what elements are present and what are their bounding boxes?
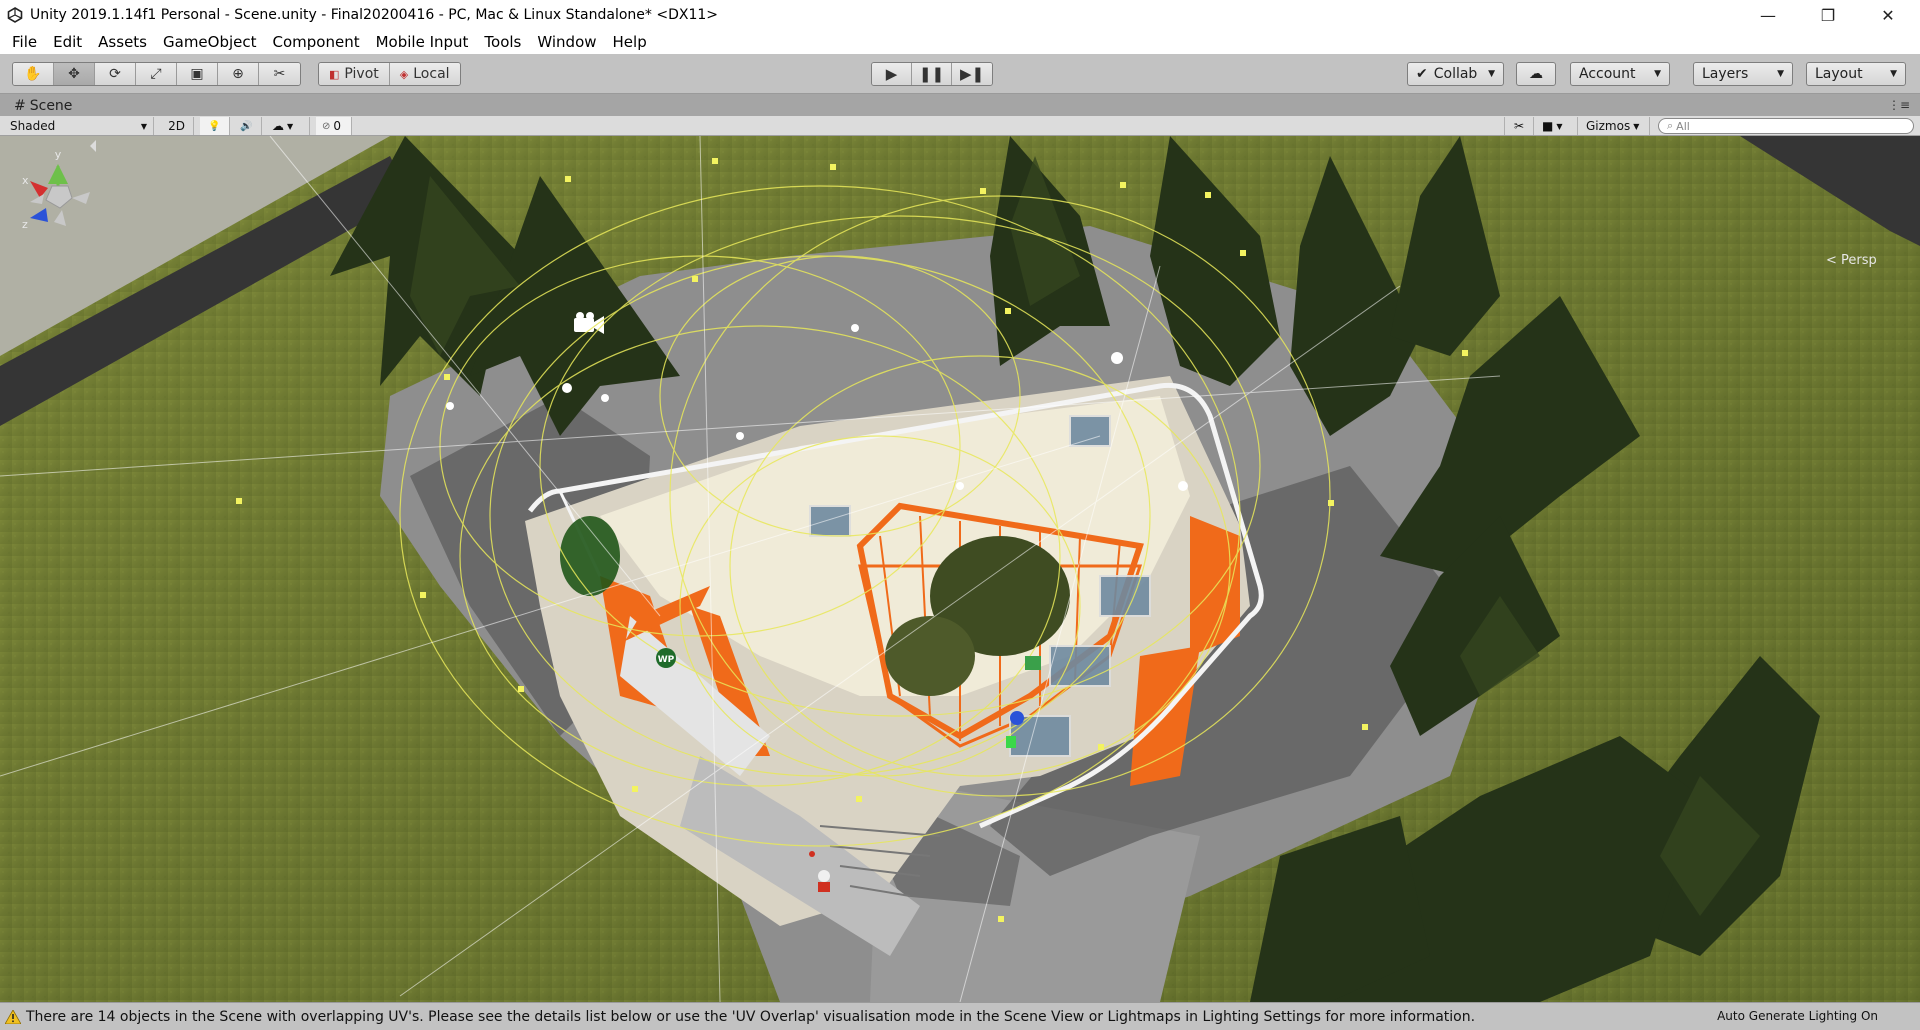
tab-menu-icon[interactable]: ⋮≡ — [1888, 98, 1910, 112]
chevron-down-icon: ▼ — [1633, 121, 1640, 131]
tab-scene[interactable]: # Scene — [8, 96, 78, 116]
unity-logo-icon — [0, 0, 30, 30]
title-bar: Unity 2019.1.14f1 Personal - Scene.unity… — [0, 0, 1920, 30]
chevron-down-icon: ▼ — [287, 121, 294, 131]
lighting-toggle[interactable]: 💡 — [200, 117, 230, 135]
layers-label: Layers — [1702, 66, 1749, 82]
axis-z-label: z — [22, 218, 28, 231]
tab-scene-label: Scene — [29, 98, 73, 114]
chevron-down-icon: ▼ — [1556, 121, 1563, 131]
tools-toggle[interactable]: ✂ — [1504, 117, 1534, 135]
camera-icon: ■ — [1542, 119, 1554, 133]
axis-y-label: y — [55, 148, 62, 161]
camera-dropdown[interactable]: ■ ▼ — [1536, 117, 1578, 135]
warning-icon — [4, 1009, 22, 1025]
pivot-group: ◧ Pivot ◈ Local — [318, 62, 461, 86]
check-icon: ✔ — [1416, 66, 1428, 82]
effects-dropdown[interactable]: ☁ ▼ — [266, 117, 310, 135]
scene-tab-bar: # Scene ⋮≡ — [0, 94, 1920, 116]
scale-icon[interactable]: ⤢ — [136, 63, 177, 85]
shading-mode-dropdown[interactable]: Shaded ▼ — [4, 117, 154, 135]
hierarchy-search-input[interactable]: ⌕ All — [1658, 118, 1914, 134]
scene-render: WP — [0, 136, 1920, 1002]
menu-mobile-input[interactable]: Mobile Input — [368, 33, 477, 51]
hidden-count: 0 — [333, 119, 342, 133]
hand-icon[interactable]: ✋ — [13, 63, 54, 85]
gizmos-dropdown[interactable]: Gizmos ▼ — [1580, 117, 1650, 135]
projection-toggle[interactable]: < Persp — [1826, 253, 1877, 268]
axis-x-label: x — [22, 174, 29, 187]
status-bar: There are 14 objects in the Scene with o… — [0, 1002, 1920, 1030]
custom-tool-icon[interactable]: ✂ — [259, 63, 300, 85]
scene-grid-icon: # — [14, 98, 26, 114]
wrench-icon: ✂ — [1513, 119, 1525, 133]
effects-icon: ☁ — [272, 119, 284, 133]
status-message[interactable]: There are 14 objects in the Scene with o… — [26, 1009, 1475, 1025]
account-dropdown[interactable]: Account ▼ — [1570, 62, 1670, 86]
audio-toggle[interactable]: 🔊 — [232, 117, 262, 135]
speaker-icon: 🔊 — [240, 120, 253, 132]
chevron-down-icon: ▼ — [1777, 69, 1784, 79]
chevron-down-icon: ▼ — [1890, 69, 1897, 79]
chevron-down-icon: ▼ — [1654, 69, 1661, 79]
menu-tools[interactable]: Tools — [476, 33, 529, 51]
menu-assets[interactable]: Assets — [90, 33, 155, 51]
transform-tools: ✋ ✥ ⟳ ⤢ ▣ ⊕ ✂ — [12, 62, 301, 86]
lightbulb-icon: 💡 — [208, 120, 221, 132]
menu-bar: File Edit Assets GameObject Component Mo… — [0, 30, 1920, 54]
account-label: Account — [1579, 66, 1636, 82]
scene-toolbar: Shaded ▼ 2D 💡 🔊 ☁ ▼ ⊘ 0 ✂ ■ ▼ Gizmos ▼ ⌕… — [0, 116, 1920, 136]
shading-mode-label: Shaded — [10, 119, 56, 133]
menu-gameobject[interactable]: GameObject — [155, 33, 265, 51]
pivot-icon: ◧ — [329, 67, 340, 81]
play-button[interactable]: ▶ — [872, 63, 912, 85]
layout-dropdown[interactable]: Layout ▼ — [1806, 62, 1906, 86]
move-icon[interactable]: ✥ — [54, 63, 95, 85]
scene-viewport[interactable]: WP y x z < Persp — [0, 136, 1920, 1002]
search-icon: ⌕ — [1667, 119, 1674, 132]
cloud-button[interactable]: ☁ — [1516, 62, 1556, 86]
local-label: Local — [413, 66, 450, 82]
menu-file[interactable]: File — [4, 33, 45, 51]
main-toolbar: ✋ ✥ ⟳ ⤢ ▣ ⊕ ✂ ◧ Pivot ◈ Local ▶ ❚❚ ▶❚ ✔ … — [0, 54, 1920, 94]
menu-component[interactable]: Component — [265, 33, 368, 51]
rotate-icon[interactable]: ⟳ — [95, 63, 136, 85]
transform-icon[interactable]: ⊕ — [218, 63, 259, 85]
rect-icon[interactable]: ▣ — [177, 63, 218, 85]
orientation-gizmo[interactable]: y x z — [0, 136, 130, 276]
local-button[interactable]: ◈ Local — [389, 63, 460, 85]
pivot-button[interactable]: ◧ Pivot — [319, 63, 390, 85]
collab-label: Collab — [1433, 66, 1478, 82]
gizmos-label: Gizmos — [1586, 119, 1631, 133]
cloud-icon: ☁ — [1529, 66, 1543, 82]
menu-window[interactable]: Window — [529, 33, 604, 51]
local-icon: ◈ — [399, 67, 409, 81]
auto-lighting-status: Auto Generate Lighting On — [1717, 1009, 1878, 1023]
minimize-button[interactable]: — — [1740, 0, 1796, 30]
menu-edit[interactable]: Edit — [45, 33, 90, 51]
playback-controls: ▶ ❚❚ ▶❚ — [871, 62, 993, 86]
waypoint-label: WP — [658, 655, 675, 665]
step-button[interactable]: ▶❚ — [952, 63, 992, 85]
hidden-objects-toggle[interactable]: ⊘ 0 — [316, 117, 352, 135]
chevron-down-icon: ▼ — [140, 121, 147, 131]
menu-help[interactable]: Help — [605, 33, 655, 51]
layers-dropdown[interactable]: Layers ▼ — [1693, 62, 1793, 86]
2d-toggle[interactable]: 2D — [160, 117, 194, 135]
close-button[interactable]: ✕ — [1860, 0, 1916, 30]
pause-button[interactable]: ❚❚ — [912, 63, 952, 85]
layout-label: Layout — [1815, 66, 1863, 82]
collab-dropdown[interactable]: ✔ Collab ▼ — [1407, 62, 1504, 86]
chevron-down-icon: ▼ — [1488, 69, 1495, 79]
search-placeholder: All — [1676, 119, 1690, 133]
pivot-label: Pivot — [344, 66, 379, 82]
restore-button[interactable]: ❐ — [1800, 0, 1856, 30]
eye-slash-icon: ⊘ — [322, 120, 331, 132]
window-title: Unity 2019.1.14f1 Personal - Scene.unity… — [30, 7, 719, 23]
